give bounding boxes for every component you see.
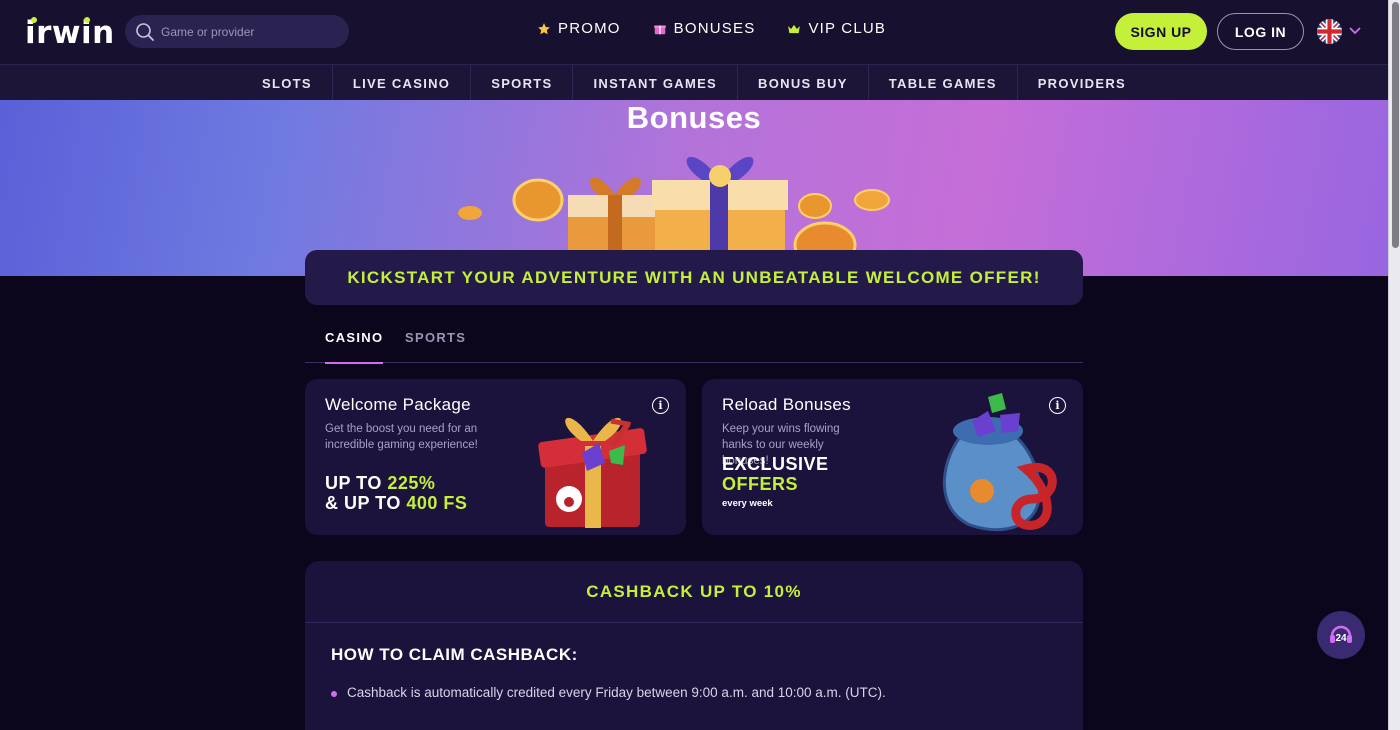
- card-title: Reload Bonuses: [722, 395, 851, 414]
- top-nav: PROMO BONUSES VIP CLUB: [537, 20, 886, 37]
- tab-sports[interactable]: SPORTS: [405, 330, 466, 363]
- uk-flag-icon[interactable]: [1317, 19, 1342, 44]
- offer-prefix: & UP TO: [325, 493, 407, 513]
- cashback-heading: CASHBACK UP TO 10%: [305, 561, 1083, 623]
- category-table-games[interactable]: TABLE GAMES: [869, 65, 1018, 101]
- nav-bonuses-label: BONUSES: [673, 20, 756, 37]
- offer-line: EXCLUSIVE: [722, 454, 829, 474]
- category-sports[interactable]: SPORTS: [471, 65, 574, 101]
- offer-note: every week: [722, 498, 773, 509]
- offer-value: 400 FS: [406, 493, 468, 513]
- headset-icon: 24: [1330, 625, 1352, 644]
- category-instant-games[interactable]: INSTANT GAMES: [573, 65, 739, 101]
- crown-icon: [788, 24, 801, 33]
- search-input[interactable]: [161, 24, 331, 39]
- log-in-button[interactable]: LOG IN: [1217, 13, 1304, 50]
- category-slots[interactable]: SLOTS: [242, 65, 333, 101]
- cashback-section: CASHBACK UP TO 10% HOW TO CLAIM CASHBACK…: [305, 561, 1083, 730]
- page-title: Bonuses: [626, 100, 762, 135]
- scrollbar-thumb[interactable]: [1392, 2, 1399, 248]
- support-chat-button[interactable]: 24: [1317, 611, 1365, 659]
- welcome-offer-banner: KICKSTART YOUR ADVENTURE WITH AN UNBEATA…: [305, 250, 1083, 305]
- cashback-steps: Cashback is automatically credited every…: [331, 685, 886, 718]
- category-providers[interactable]: PROVIDERS: [1018, 65, 1146, 101]
- nav-vip-club[interactable]: VIP CLUB: [787, 20, 886, 37]
- chevron-down-icon[interactable]: [1348, 26, 1362, 36]
- search-icon: [136, 22, 154, 41]
- card-description: Get the boost you need for an incredible…: [325, 423, 478, 451]
- category-nav: SLOTS LIVE CASINO SPORTS INSTANT GAMES B…: [0, 64, 1388, 101]
- nav-vip-label: VIP CLUB: [808, 20, 887, 37]
- card-title: Welcome Package: [325, 395, 471, 414]
- nav-promo-label: PROMO: [558, 20, 621, 37]
- tab-casino[interactable]: CASINO: [325, 330, 384, 364]
- offer-prefix: UP TO: [325, 473, 388, 493]
- page-scrollbar[interactable]: [1388, 0, 1400, 730]
- svg-text:24: 24: [1335, 633, 1347, 644]
- nav-bonuses[interactable]: BONUSES: [653, 20, 756, 37]
- star-icon: [538, 22, 550, 34]
- cashback-subheading: HOW TO CLAIM CASHBACK:: [331, 645, 578, 664]
- search-box[interactable]: [125, 15, 349, 48]
- gift-box-illustration: 7: [538, 413, 647, 528]
- logo-dot: [84, 17, 90, 23]
- coin-pouch-illustration: [942, 393, 1057, 532]
- bonus-tabs: CASINO SPORTS: [305, 320, 1083, 364]
- card-offer: EXCLUSIVE OFFERS every week: [722, 454, 829, 509]
- category-bonus-buy[interactable]: BONUS BUY: [738, 65, 869, 101]
- welcome-package-card[interactable]: Welcome Package Get the boost you need f…: [305, 379, 686, 535]
- reload-bonuses-card[interactable]: Reload Bonuses Keep your wins flowing ha…: [702, 379, 1083, 535]
- top-header: irwin PROMO BONUSES VIP CLUB SIGN UP LOG…: [0, 0, 1388, 64]
- list-item: Cashback is automatically credited every…: [331, 685, 886, 700]
- card-offer: UP TO 225% & UP TO 400 FS: [325, 473, 467, 513]
- gift-icon: [653, 25, 666, 34]
- logo-dot: [31, 17, 37, 23]
- offer-value: 225%: [387, 473, 436, 493]
- category-live-casino[interactable]: LIVE CASINO: [333, 65, 472, 101]
- nav-promo[interactable]: PROMO: [537, 20, 621, 37]
- irwin-logo[interactable]: irwin: [25, 15, 115, 51]
- sign-up-button[interactable]: SIGN UP: [1115, 13, 1207, 50]
- offer-line: OFFERS: [722, 474, 799, 494]
